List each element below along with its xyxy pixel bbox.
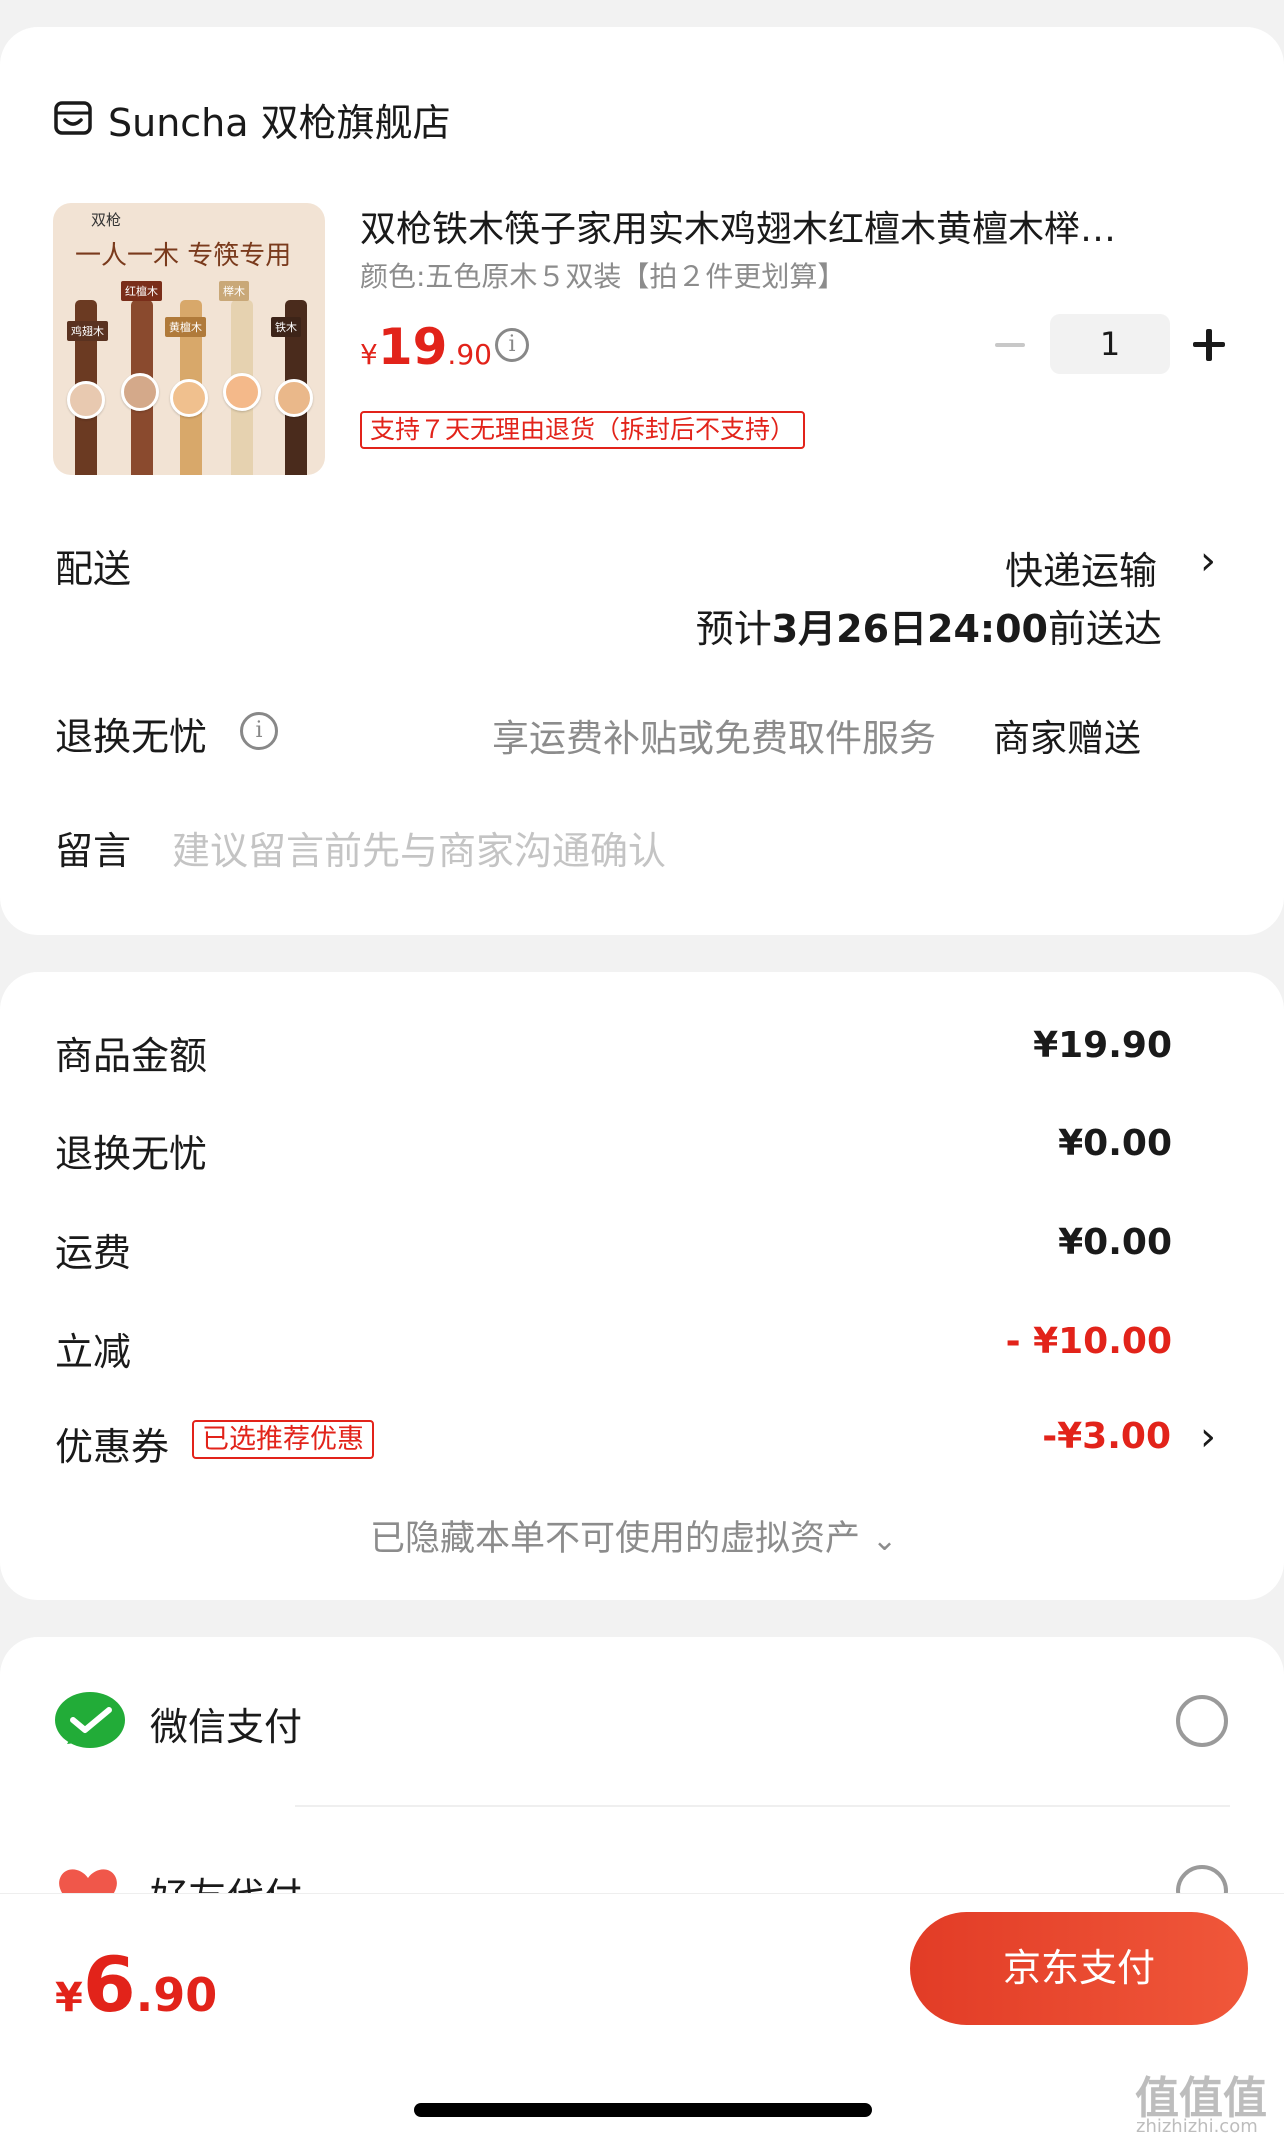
return-fee-label: 退换无忧 [55,1132,208,1176]
coupon-selected-badge: 已选推荐优惠 [192,1420,374,1459]
return-fee-value: ¥0.00 [1058,1123,1172,1164]
delivery-eta: 预计3月26日24:00前送达 [695,607,1162,651]
delivery-method[interactable]: 快递运输 [1005,540,1157,595]
product-price: ¥19.90 [360,318,492,376]
product-variant[interactable]: 颜色:五色原木５双装【拍２件更划算】 [360,255,845,295]
wechat-pay-label[interactable]: 微信支付 [150,1696,302,1751]
return-worry-desc: 享运费补贴或免费取件服务 [492,717,936,760]
shipping-label: 运费 [55,1231,132,1275]
tag-huangtan: 黄檀木 [165,317,206,337]
return-worry-gift: 商家赠送 [993,717,1141,760]
divider [295,1805,1230,1807]
delivery-label: 配送 [55,547,132,591]
quantity-input[interactable]: 1 [1050,314,1170,374]
product-title[interactable]: 双枪铁木筷子家用实木鸡翅木红檀木黄檀木榉… [360,200,1200,252]
return-policy-badge: 支持７天无理由退货（拆封后不支持） [360,411,806,449]
jd-pay-button[interactable]: 京东支付 [910,1912,1248,2025]
shipping-value: ¥0.00 [1058,1222,1172,1263]
watermark-site: zhizhizhi.com [1136,2116,1258,2137]
brand-logo: 双枪 [91,211,122,229]
order-card [0,27,1284,935]
coupon-label[interactable]: 优惠券 [55,1416,169,1471]
wechat-pay-icon [53,1690,127,1754]
wechat-pay-radio[interactable] [1176,1695,1228,1747]
home-indicator [414,2103,872,2117]
price-info-icon[interactable]: i [495,328,529,362]
tag-tie: 铁木 [271,317,301,337]
tag-jichi: 鸡翅木 [67,321,108,341]
tag-hongtan: 红檀木 [121,281,162,301]
coupon-chevron-icon[interactable]: › [1200,1414,1216,1460]
return-worry-label: 退换无忧 [55,715,208,759]
message-input[interactable]: 建议留言前先与商家沟通确认 [172,820,666,875]
tag-ju: 榉木 [219,281,249,301]
order-total: ¥6.90 [55,1940,218,2029]
goods-amount-label: 商品金额 [55,1034,208,1078]
delivery-chevron-icon[interactable]: › [1200,538,1216,584]
discount-label: 立减 [55,1330,132,1374]
store-icon [53,98,93,138]
return-info-icon[interactable]: i [240,712,278,750]
chevron-down-icon: ⌄ [872,1523,898,1558]
quantity-plus-button[interactable] [1188,324,1230,366]
product-image[interactable]: 双枪 一人一木 专筷专用 红檀木 鸡翅木 黄檀木 榉木 铁木 [53,203,325,475]
quantity-minus-button[interactable] [995,343,1025,347]
message-label: 留言 [55,829,132,873]
goods-amount-value: ¥19.90 [1033,1025,1172,1066]
discount-value: - ¥10.00 [1005,1321,1172,1362]
product-image-slogan: 一人一木 专筷专用 [75,241,292,271]
hidden-assets-toggle[interactable]: 已隐藏本单不可使用的虚拟资产 ⌄ [370,1510,897,1561]
coupon-value[interactable]: -¥3.00 [1042,1416,1171,1457]
store-name[interactable]: Suncha 双枪旗舰店 [108,92,451,147]
